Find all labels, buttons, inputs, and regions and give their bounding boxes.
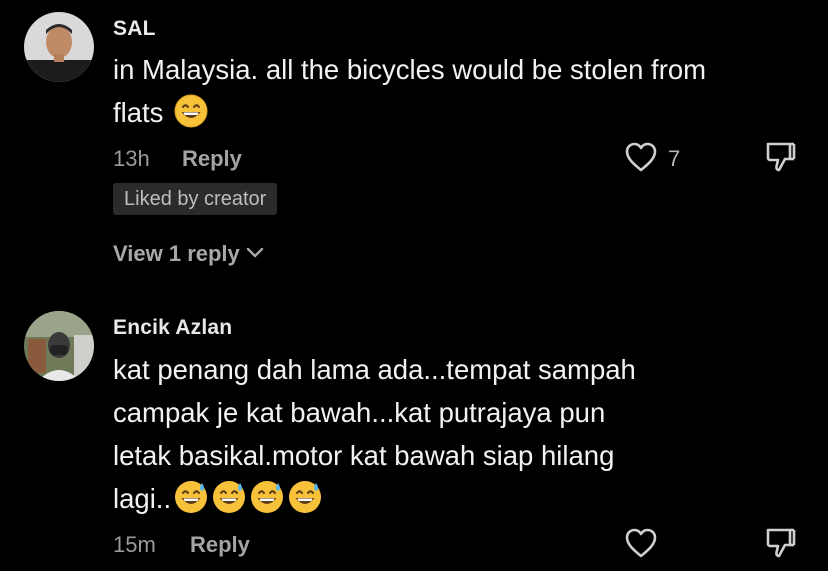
grinning-face-with-sweat-icon [287,479,323,515]
avatar-encik-azlan[interactable] [24,311,94,381]
reply-button[interactable]: Reply [190,532,250,558]
dislike-button[interactable] [764,526,798,560]
comment-line: letak basikal.motor kat bawah siap hilan… [113,440,615,471]
comment-text: in Malaysia. all the bicycles would be s… [113,48,733,134]
like-button[interactable] [624,527,658,559]
grinning-face-with-sweat-icon [249,479,285,515]
view-replies-button[interactable]: View 1 reply [113,241,264,267]
avatar-sal[interactable] [24,12,94,82]
like-button[interactable] [624,141,658,173]
dislike-button[interactable] [764,140,798,174]
like-count: 7 [668,146,681,171]
comment-line: lagi.. [113,483,172,514]
comment-time: 13h [113,146,150,171]
grinning-face-with-sweat-icon [173,479,209,515]
heart-outline-icon [625,142,657,172]
chevron-down-icon [246,247,264,259]
grinning-face-with-smiling-eyes-icon [173,93,209,129]
thumbs-down-icon [766,142,796,172]
comment-line: campak je kat bawah...kat putrajaya pun [113,397,606,428]
comment-text: kat penang dah lama ada...tempat sampah … [113,348,733,520]
view-replies-label: View 1 reply [113,241,240,266]
comment-line: kat penang dah lama ada...tempat sampah [113,354,636,385]
comment-time: 15m [113,532,156,557]
grinning-face-with-sweat-icon [211,479,247,515]
comment-username[interactable]: SAL [113,17,156,41]
thumbs-down-icon [766,528,796,558]
liked-by-creator-badge: Liked by creator [113,183,278,215]
comment-username[interactable]: Encik Azlan [113,316,232,340]
heart-outline-icon [625,528,657,558]
reply-button[interactable]: Reply [182,146,242,172]
comment-last-line: lagi.. [113,477,733,520]
